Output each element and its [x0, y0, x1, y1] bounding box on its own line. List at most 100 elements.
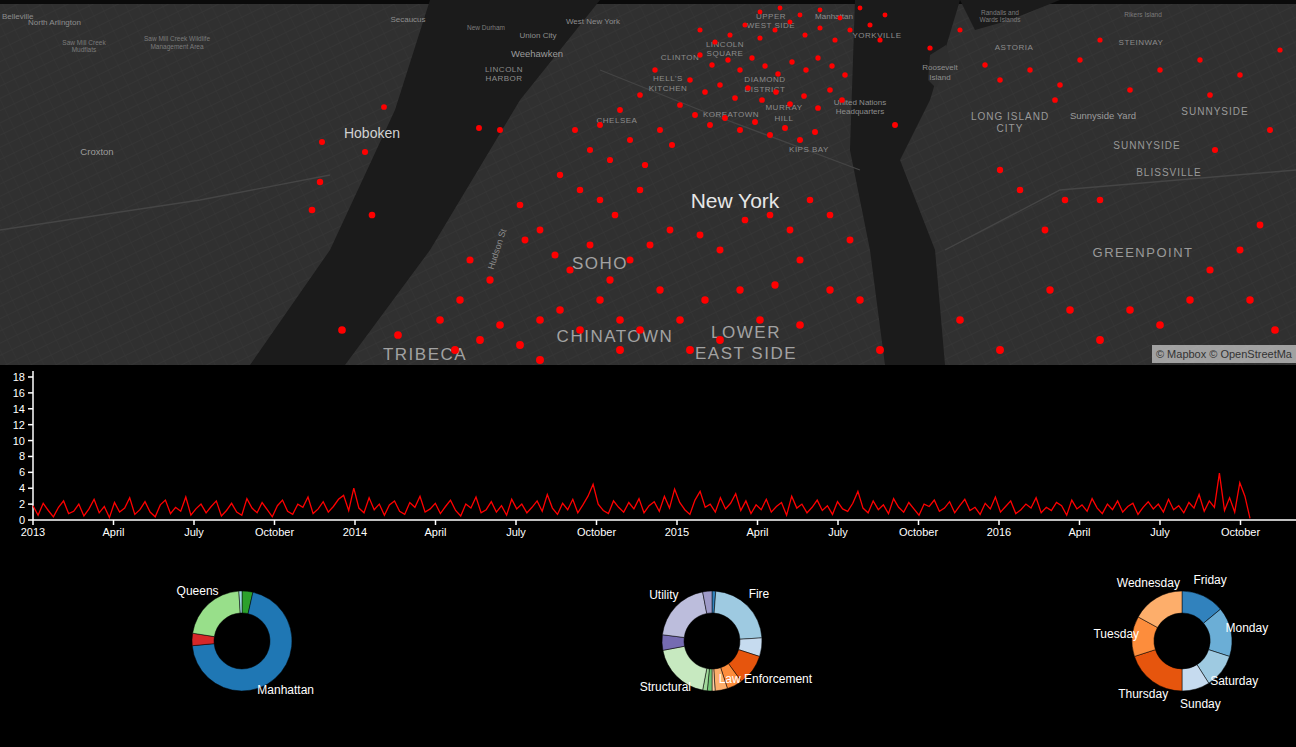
incident-marker[interactable]: [536, 356, 544, 364]
incident-marker[interactable]: [982, 62, 987, 67]
incident-marker[interactable]: [537, 227, 544, 234]
incident-marker[interactable]: [996, 346, 1004, 354]
incident-marker[interactable]: [752, 119, 758, 125]
incident-marker[interactable]: [1206, 266, 1213, 273]
incident-marker[interactable]: [319, 139, 325, 145]
incident-marker[interactable]: [818, 8, 823, 13]
incident-marker[interactable]: [576, 326, 584, 334]
incident-marker[interactable]: [758, 10, 763, 15]
incident-marker[interactable]: [1271, 326, 1279, 334]
incident-marker[interactable]: [596, 296, 603, 303]
incident-marker[interactable]: [876, 346, 884, 354]
incident-marker[interactable]: [1237, 72, 1242, 77]
incident-marker[interactable]: [1267, 127, 1273, 133]
incident-marker[interactable]: [697, 27, 702, 32]
incident-marker[interactable]: [1027, 67, 1032, 72]
incident-marker[interactable]: [557, 172, 563, 178]
incident-marker[interactable]: [566, 266, 573, 273]
incident-marker[interactable]: [956, 316, 964, 324]
incident-marker[interactable]: [612, 212, 619, 219]
incident-marker[interactable]: [717, 247, 724, 254]
incident-marker[interactable]: [652, 67, 657, 72]
incident-marker[interactable]: [829, 63, 834, 68]
incident-marker[interactable]: [772, 27, 777, 32]
incident-marker[interactable]: [517, 202, 524, 209]
incident-marker[interactable]: [687, 77, 693, 83]
incident-marker[interactable]: [1017, 187, 1023, 193]
incident-marker[interactable]: [1157, 67, 1162, 72]
incident-marker[interactable]: [1097, 197, 1104, 204]
incident-marker[interactable]: [757, 35, 762, 40]
incident-marker[interactable]: [616, 346, 624, 354]
incident-marker[interactable]: [737, 67, 742, 72]
incident-marker[interactable]: [587, 147, 593, 153]
incident-marker[interactable]: [656, 286, 663, 293]
incident-marker[interactable]: [466, 256, 473, 263]
incident-marker[interactable]: [317, 179, 323, 185]
incident-marker[interactable]: [1197, 57, 1202, 62]
incident-marker[interactable]: [1156, 321, 1164, 329]
map-canvas[interactable]: BellevilleNorth ArlingtonSecaucusNew Dur…: [0, 0, 1296, 365]
incident-marker[interactable]: [627, 137, 633, 143]
incident-marker[interactable]: [717, 82, 723, 88]
incident-marker[interactable]: [957, 27, 962, 32]
incident-marker[interactable]: [394, 331, 402, 339]
map-attribution[interactable]: © Mapbox © OpenStreetMa: [1152, 345, 1296, 363]
incident-marker[interactable]: [1126, 306, 1134, 314]
incident-marker[interactable]: [789, 59, 794, 64]
incident-marker[interactable]: [597, 197, 604, 204]
incident-marker[interactable]: [551, 251, 558, 258]
incident-marker[interactable]: [1042, 227, 1049, 234]
incident-marker[interactable]: [626, 256, 633, 263]
incident-marker[interactable]: [676, 316, 684, 324]
donut-slice[interactable]: [1182, 665, 1209, 691]
incident-marker[interactable]: [577, 187, 583, 193]
incident-marker[interactable]: [796, 321, 804, 329]
incident-marker[interactable]: [778, 6, 783, 11]
incident-marker[interactable]: [773, 89, 779, 95]
incident-marker[interactable]: [997, 77, 1003, 83]
donut-slice[interactable]: [1134, 650, 1182, 691]
incident-marker[interactable]: [516, 341, 524, 349]
incident-marker[interactable]: [787, 101, 793, 107]
incident-marker[interactable]: [642, 162, 648, 168]
incident-marker[interactable]: [745, 85, 751, 91]
incident-marker[interactable]: [807, 197, 814, 204]
incident-marker[interactable]: [677, 102, 683, 108]
incident-marker[interactable]: [606, 276, 613, 283]
incident-marker[interactable]: [647, 242, 654, 249]
incident-marker[interactable]: [742, 22, 747, 27]
incident-marker[interactable]: [827, 87, 833, 93]
incident-marker[interactable]: [369, 212, 376, 219]
incident-marker[interactable]: [827, 212, 834, 219]
donut-chart[interactable]: ManhattanQueens: [142, 545, 342, 747]
incident-marker[interactable]: [847, 27, 852, 32]
incident-marker[interactable]: [725, 57, 730, 62]
incident-marker[interactable]: [637, 92, 643, 98]
incident-marker[interactable]: [686, 346, 694, 354]
incident-marker[interactable]: [1062, 197, 1069, 204]
incident-marker[interactable]: [607, 157, 613, 163]
incident-marker[interactable]: [858, 6, 863, 11]
donut-slice[interactable]: [703, 591, 712, 613]
donut-chart[interactable]: FridayMondaySaturdaySundayThursdayTuesda…: [1082, 545, 1282, 747]
incident-marker[interactable]: [667, 227, 674, 234]
incident-marker[interactable]: [877, 37, 882, 42]
incident-marker[interactable]: [1077, 57, 1082, 62]
incident-marker[interactable]: [867, 22, 872, 27]
incident-marker[interactable]: [1212, 147, 1218, 153]
incident-marker[interactable]: [1096, 336, 1104, 344]
incident-marker[interactable]: [815, 105, 821, 111]
incident-marker[interactable]: [712, 39, 717, 44]
incident-marker[interactable]: [736, 286, 743, 293]
incident-marker[interactable]: [522, 237, 529, 244]
incident-marker[interactable]: [892, 122, 898, 128]
incident-marker[interactable]: [787, 227, 794, 234]
incident-marker[interactable]: [536, 316, 544, 324]
incident-marker[interactable]: [847, 237, 854, 244]
incident-marker[interactable]: [476, 336, 484, 344]
incident-marker[interactable]: [1186, 296, 1193, 303]
incident-marker[interactable]: [927, 45, 932, 50]
incident-marker[interactable]: [1237, 247, 1244, 254]
incident-marker[interactable]: [727, 32, 732, 37]
